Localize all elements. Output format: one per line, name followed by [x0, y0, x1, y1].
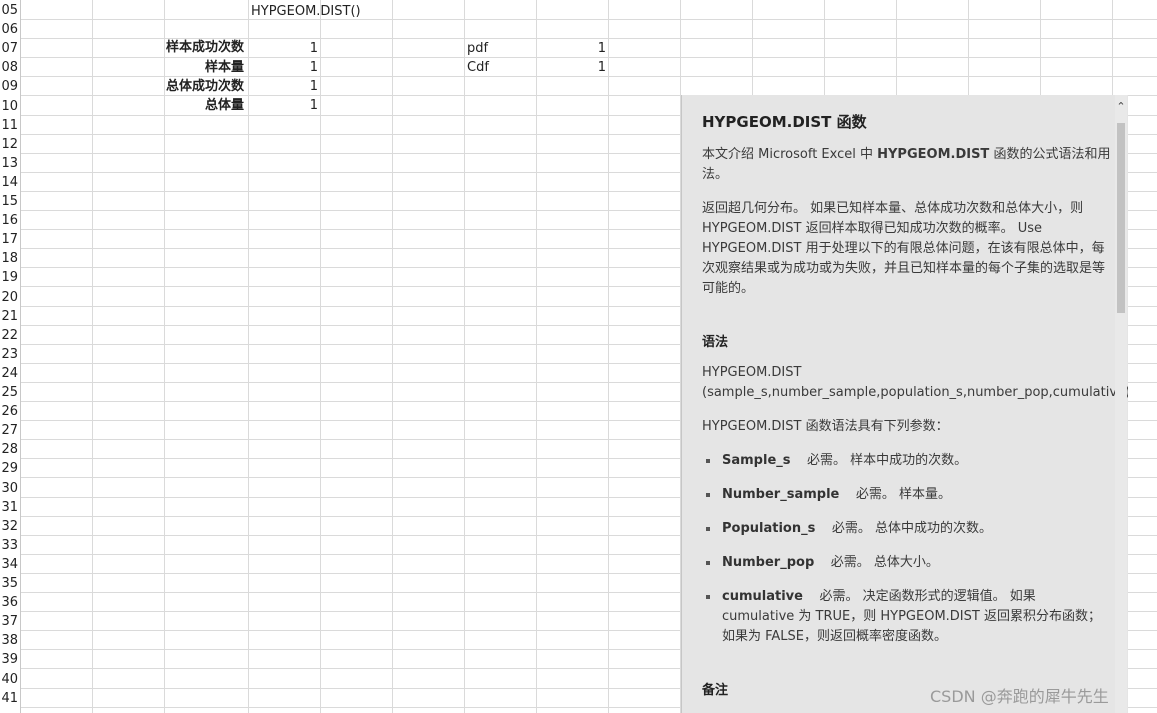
label-sample[interactable]: 样本量 [94, 58, 244, 77]
bullet-icon [706, 459, 710, 463]
help-scrollbar[interactable]: ⌃ [1115, 95, 1127, 713]
row-headers: 05 06 07 08 09 10 11 12 13 14 15 16 17 18 19 20 21 22 23 24… [0, 0, 21, 713]
row-number[interactable]: 08 [0, 58, 18, 77]
row-number[interactable]: 16 [0, 211, 18, 230]
row-number[interactable]: 07 [0, 39, 18, 58]
scroll-thumb[interactable] [1117, 123, 1125, 313]
arg-population-s: Population_s 必需。 总体中成功的次数。 [722, 521, 993, 536]
value-cdf[interactable]: 1 [538, 58, 606, 77]
row-number[interactable]: 05 [0, 1, 18, 20]
arg-number-pop: Number_pop 必需。 总体大小。 [722, 555, 939, 570]
row-number[interactable]: 10 [0, 97, 18, 116]
row-number[interactable]: 32 [0, 517, 18, 536]
arg-sample-s: Sample_s 必需。 样本中成功的次数。 [722, 453, 968, 468]
watermark: CSDN @奔跑的犀牛先生 [930, 687, 1109, 706]
help-description: 返回超几何分布。 如果已知样本量、总体成功次数和总体大小，则 HYPGEOM.D… [702, 201, 1106, 296]
value-sample[interactable]: 1 [250, 58, 318, 77]
row-number[interactable]: 09 [0, 77, 18, 96]
row-number[interactable]: 11 [0, 116, 18, 135]
grid-column-line [320, 0, 321, 713]
row-number[interactable]: 41 [0, 689, 18, 708]
row-number[interactable]: 40 [0, 670, 18, 689]
row-number[interactable]: 17 [0, 230, 18, 249]
row-number[interactable]: 38 [0, 631, 18, 650]
grid-column-line [464, 0, 465, 713]
row-number[interactable]: 12 [0, 135, 18, 154]
row-number[interactable]: 20 [0, 288, 18, 307]
value-population-s[interactable]: 1 [250, 77, 318, 96]
row-number[interactable]: 23 [0, 345, 18, 364]
row-number[interactable]: 14 [0, 173, 18, 192]
formula-cell[interactable]: HYPGEOM.DIST() [251, 2, 361, 21]
syntax-heading: 语法 [702, 335, 729, 350]
value-pop[interactable]: 1 [250, 96, 318, 115]
bullet-icon [706, 561, 710, 565]
help-intro: 本文介绍 Microsoft Excel 中 HYPGEOM.DIST 函数的公… [702, 147, 1111, 182]
arg-cumulative: cumulative 必需。 决定函数形式的逻辑值。 如果 cumulative… [722, 589, 1101, 644]
label-sample-s[interactable]: 样本成功次数 [94, 38, 244, 57]
row-number[interactable]: 24 [0, 364, 18, 383]
row-number[interactable]: 33 [0, 536, 18, 555]
row-number[interactable]: 35 [0, 574, 18, 593]
row-number[interactable]: 22 [0, 326, 18, 345]
row-number[interactable]: 18 [0, 249, 18, 268]
row-number[interactable]: 13 [0, 154, 18, 173]
arg-number-sample: Number_sample 必需。 样本量。 [722, 487, 952, 502]
label-population-s[interactable]: 总体成功次数 [94, 77, 244, 96]
row-number[interactable]: 39 [0, 650, 18, 669]
notes-heading: 备注 [702, 683, 729, 698]
label-cdf[interactable]: Cdf [467, 58, 489, 77]
row-number[interactable]: 27 [0, 421, 18, 440]
row-number[interactable]: 30 [0, 479, 18, 498]
grid-column-line [248, 0, 249, 713]
row-number[interactable]: 21 [0, 307, 18, 326]
value-sample-s[interactable]: 1 [250, 39, 318, 58]
bullet-icon [706, 493, 710, 497]
row-number[interactable]: 34 [0, 555, 18, 574]
row-number[interactable]: 15 [0, 192, 18, 211]
grid-column-line [608, 0, 609, 713]
row-number[interactable]: 06 [0, 20, 18, 39]
row-number[interactable]: 29 [0, 459, 18, 478]
chevron-up-icon[interactable]: ⌃ [1115, 101, 1127, 113]
bullet-icon [706, 527, 710, 531]
bullet-icon [706, 595, 710, 599]
grid-column-line [92, 0, 93, 713]
args-intro: HYPGEOM.DIST 函数语法具有下列参数： [702, 419, 949, 434]
help-title: HYPGEOM.DIST 函数 [702, 113, 867, 131]
row-number[interactable]: 26 [0, 402, 18, 421]
row-number[interactable]: 25 [0, 383, 18, 402]
value-pdf[interactable]: 1 [538, 39, 606, 58]
label-pop[interactable]: 总体量 [94, 96, 244, 115]
function-help-pane[interactable]: HYPGEOM.DIST 函数 本文介绍 Microsoft Excel 中 H… [681, 95, 1128, 713]
syntax-line-1: HYPGEOM.DIST [702, 365, 802, 380]
grid-column-line [392, 0, 393, 713]
row-number[interactable]: 28 [0, 440, 18, 459]
syntax-line-2: (sample_s,number_sample,population_s,num… [702, 385, 1128, 400]
grid-row-line [0, 19, 1157, 20]
label-pdf[interactable]: pdf [467, 39, 488, 58]
row-number[interactable]: 19 [0, 268, 18, 287]
row-number[interactable]: 37 [0, 612, 18, 631]
grid-column-line [536, 0, 537, 713]
row-number[interactable]: 31 [0, 498, 18, 517]
row-number[interactable]: 36 [0, 593, 18, 612]
